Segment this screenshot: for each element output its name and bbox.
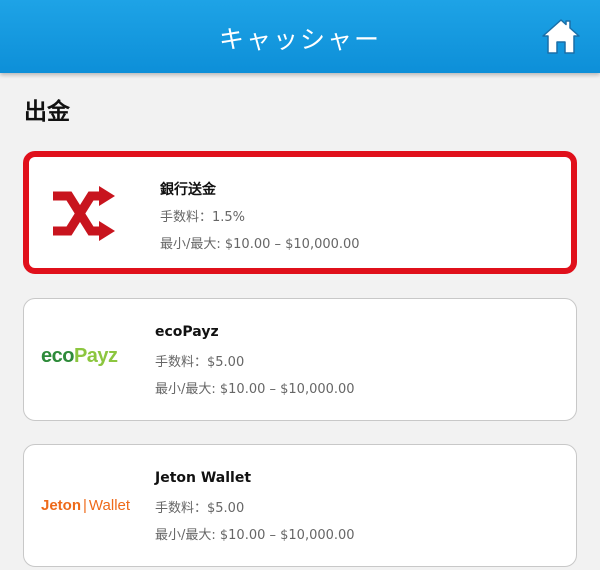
- method-limits: 最小/最大: $10.00 – $10,000.00: [155, 382, 355, 397]
- method-fee: 手数料：$5.00: [155, 355, 245, 370]
- jeton-logo-jeton: Jeton: [41, 497, 82, 514]
- payment-method-jeton-wallet[interactable]: Jeton | Wallet Jeton Wallet 手数料：$5.00 最小/最…: [23, 444, 577, 567]
- shuffle-arrows-icon: [53, 186, 115, 241]
- method-name: Jeton Wallet: [155, 470, 252, 486]
- ecopayz-logo-payz: Payz: [73, 345, 118, 367]
- app-header: キャッシャー: [0, 0, 600, 73]
- ecopayz-logo: ecoPayz: [41, 345, 118, 368]
- method-fee: 手数料：$5.00: [155, 501, 245, 516]
- payment-method-ecopayz[interactable]: ecoPayz ecoPayz 手数料：$5.00 最小/最大: $10.00 …: [23, 298, 577, 421]
- jeton-wallet-logo: Jeton | Wallet: [41, 497, 130, 514]
- jeton-logo-separator: |: [83, 497, 87, 514]
- jeton-logo-wallet: Wallet: [88, 497, 131, 514]
- home-button[interactable]: [541, 17, 581, 55]
- method-limits: 最小/最大: $10.00 – $10,000.00: [155, 528, 355, 543]
- page-title: 出金: [24, 99, 70, 125]
- method-name: 銀行送金: [160, 182, 216, 198]
- ecopayz-logo-eco: eco: [41, 345, 74, 367]
- payment-method-bank-transfer[interactable]: 銀行送金 手数料：1.5% 最小/最大: $10.00 – $10,000.00: [23, 151, 577, 274]
- method-limits: 最小/最大: $10.00 – $10,000.00: [160, 237, 360, 252]
- bank-transfer-logo: [49, 184, 119, 250]
- home-icon: [542, 19, 580, 54]
- header-title: キャッシャー: [218, 25, 381, 54]
- method-name: ecoPayz: [155, 324, 219, 340]
- method-fee: 手数料：1.5%: [160, 210, 246, 225]
